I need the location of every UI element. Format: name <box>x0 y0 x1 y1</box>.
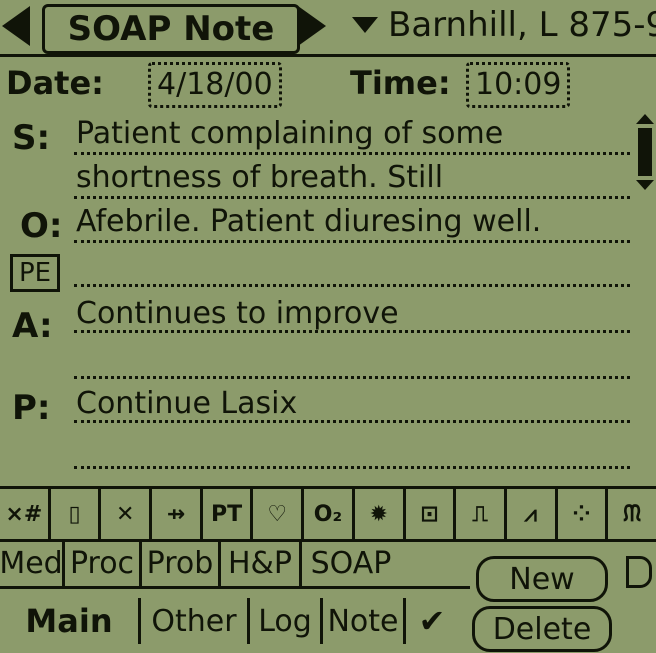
lungs-icon[interactable]: ᙏ <box>608 489 656 539</box>
main-tab-row: Main Other Log Note ✔ <box>0 598 470 644</box>
note-rule <box>74 196 630 199</box>
scroll-down-icon[interactable] <box>636 180 654 190</box>
note-rule <box>74 240 630 243</box>
calculator-icon[interactable]: ×# <box>0 489 51 539</box>
time-label: Time: <box>350 64 451 102</box>
plan-line-1[interactable]: Continue Lasix <box>76 386 297 421</box>
iv-bag-icon[interactable]: ▯ <box>51 489 102 539</box>
assessment-label: A: <box>12 306 53 346</box>
quick-icon-bar: ×# ▯ ✕ ⇸ PT ♡ O₂ ✹ ⊡ ⎍ ⩘ ⁘ ᙏ <box>0 486 656 542</box>
antibiotic-icon[interactable]: ⇸ <box>152 489 203 539</box>
patient-dropdown-icon[interactable] <box>352 17 378 33</box>
view-title: SOAP Note <box>42 4 300 54</box>
date-label: Date: <box>6 64 104 102</box>
bug-icon[interactable]: ✹ <box>355 489 406 539</box>
scrollbar-thumb[interactable] <box>638 128 652 176</box>
crossing-lines-icon[interactable]: ✕ <box>101 489 153 539</box>
waveform-icon[interactable]: ⩘ <box>507 489 558 539</box>
delete-button[interactable]: Delete <box>472 606 612 652</box>
note-rule <box>74 330 630 333</box>
note-rule <box>74 376 630 379</box>
objective-label: O: <box>20 206 63 246</box>
heart-icon[interactable]: ♡ <box>253 489 305 539</box>
tab-other[interactable]: Other <box>141 598 250 644</box>
next-view-arrow-icon[interactable] <box>298 6 326 46</box>
box-face-icon[interactable]: ⊡ <box>406 489 457 539</box>
tab-h-and-p[interactable]: H&P <box>221 540 302 586</box>
note-rule <box>74 466 630 469</box>
patient-selector[interactable]: Barnhill, L 875-9 <box>388 5 656 45</box>
tab-proc[interactable]: Proc <box>65 540 142 586</box>
subjective-line-2[interactable]: shortness of breath. Still <box>76 160 443 195</box>
assessment-line-1[interactable]: Continues to improve <box>76 296 399 331</box>
note-page-icon[interactable] <box>626 556 652 588</box>
previous-view-arrow-icon[interactable] <box>2 6 30 46</box>
date-field[interactable]: 4/18/00 <box>148 62 282 108</box>
new-button[interactable]: New <box>476 556 608 602</box>
tab-main[interactable]: Main <box>0 598 141 644</box>
scatter-icon[interactable]: ⁘ <box>558 489 609 539</box>
physical-exam-label: PE <box>18 258 52 288</box>
plan-label: P: <box>12 388 51 428</box>
note-rule <box>74 420 630 423</box>
note-rule <box>74 152 630 155</box>
tab-soap[interactable]: SOAP <box>302 540 400 586</box>
subjective-label: S: <box>12 118 51 158</box>
tab-med[interactable]: Med <box>0 540 65 586</box>
pulse-icon[interactable]: ⎍ <box>456 489 507 539</box>
objective-line-1[interactable]: Afebrile. Patient diuresing well. <box>76 204 541 239</box>
note-rule <box>74 284 630 287</box>
oxygen-icon[interactable]: O₂ <box>304 489 355 539</box>
pt-ptt-icon[interactable]: PT <box>203 489 254 539</box>
checkbox-icon[interactable]: ✔ <box>406 598 458 644</box>
physical-exam-button[interactable]: PE <box>10 254 60 292</box>
subjective-line-1[interactable]: Patient complaining of some <box>76 116 503 151</box>
tab-log[interactable]: Log <box>250 598 323 644</box>
tab-prob[interactable]: Prob <box>142 540 221 586</box>
tab-note[interactable]: Note <box>323 598 406 644</box>
view-title-label: SOAP Note <box>67 9 275 49</box>
time-field[interactable]: 10:09 <box>466 62 571 108</box>
scroll-up-icon[interactable] <box>636 114 654 124</box>
category-tab-row: Med Proc Prob H&P SOAP <box>0 540 470 589</box>
header-divider <box>0 54 656 57</box>
